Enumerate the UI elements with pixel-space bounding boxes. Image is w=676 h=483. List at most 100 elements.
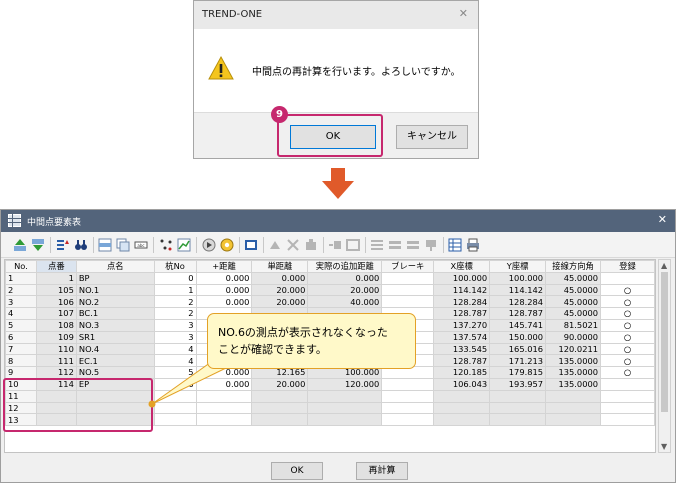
- cell-single-distance[interactable]: 20.000: [251, 283, 309, 297]
- cell-y-coordinate[interactable]: 193.957: [489, 377, 547, 391]
- insert-row-icon[interactable]: [98, 238, 112, 252]
- cell-x-coordinate[interactable]: 106.043: [433, 377, 491, 391]
- header-plus-distance[interactable]: +距離: [195, 260, 253, 273]
- chart-icon[interactable]: [177, 238, 191, 252]
- cell-plus-distance[interactable]: [195, 401, 253, 415]
- cell-y-coordinate[interactable]: 145.741: [489, 318, 547, 332]
- cell-plus-distance[interactable]: [195, 413, 253, 427]
- cell-tangent-angle[interactable]: 135.0000: [545, 354, 602, 368]
- cell-station-no[interactable]: 4: [153, 354, 197, 368]
- cell-point-name[interactable]: NO.1: [75, 283, 155, 297]
- cell-brake[interactable]: [381, 401, 435, 415]
- header-no[interactable]: No.: [5, 260, 37, 273]
- cell-row-number[interactable]: 5: [5, 318, 37, 332]
- header-point-number[interactable]: 点番: [35, 260, 77, 273]
- table-row[interactable]: 2 105 NO.1 1 0.000 20.000 20.000 114.142 114.142…: [5, 283, 655, 297]
- cell-point-number[interactable]: 1: [35, 271, 77, 285]
- sort-icon[interactable]: [56, 238, 70, 252]
- cell-plus-distance[interactable]: 0.000: [195, 295, 253, 309]
- header-single-distance[interactable]: 単距離: [251, 260, 309, 273]
- cell-point-number[interactable]: 112: [35, 366, 77, 379]
- cell-x-coordinate[interactable]: 100.000: [433, 271, 491, 285]
- cell-point-number[interactable]: 110: [35, 342, 77, 356]
- settings-icon[interactable]: [220, 238, 234, 252]
- play-icon[interactable]: [202, 238, 216, 252]
- scroll-down-icon[interactable]: ▼: [661, 442, 667, 451]
- cell-single-distance[interactable]: 0.000: [251, 271, 309, 285]
- cell-brake[interactable]: [381, 271, 435, 285]
- cell-plus-distance[interactable]: 0.000: [195, 271, 253, 285]
- cell-y-coordinate[interactable]: 179.815: [489, 366, 547, 379]
- cell-brake[interactable]: [381, 295, 435, 309]
- cell-point-name[interactable]: BP: [75, 271, 155, 285]
- cell-tangent-angle[interactable]: 120.0211: [545, 342, 602, 356]
- cell-actual-added-distance[interactable]: 40.000: [307, 295, 383, 309]
- cell-plus-distance[interactable]: 0.000: [195, 377, 253, 391]
- cell-row-number[interactable]: 6: [5, 330, 37, 344]
- cell-register[interactable]: [600, 271, 655, 285]
- cell-point-name[interactable]: BC.1: [75, 307, 155, 320]
- cell-point-number[interactable]: 106: [35, 295, 77, 309]
- cell-x-coordinate[interactable]: 128.787: [433, 307, 491, 320]
- vertical-scrollbar[interactable]: ▲ ▼: [658, 259, 671, 453]
- cell-brake[interactable]: [381, 389, 435, 403]
- cell-tangent-angle[interactable]: 45.0000: [545, 283, 602, 297]
- cell-single-distance[interactable]: [251, 401, 309, 415]
- scroll-up-icon[interactable]: ▲: [661, 261, 667, 270]
- cell-register[interactable]: ○: [600, 366, 655, 379]
- header-register[interactable]: 登録: [600, 260, 655, 273]
- cell-point-number[interactable]: 105: [35, 283, 77, 297]
- header-tangent-angle[interactable]: 接線方向角: [545, 260, 602, 273]
- ok-button[interactable]: OK: [271, 462, 323, 480]
- cell-tangent-angle[interactable]: 45.0000: [545, 307, 602, 320]
- cell-x-coordinate[interactable]: 120.185: [433, 366, 491, 379]
- cell-register[interactable]: ○: [600, 342, 655, 356]
- cell-row-number[interactable]: 8: [5, 354, 37, 368]
- cell-single-distance[interactable]: 20.000: [251, 295, 309, 309]
- cell-y-coordinate[interactable]: [489, 401, 547, 415]
- cell-station-no[interactable]: 0: [153, 271, 197, 285]
- cell-actual-added-distance[interactable]: [307, 389, 383, 403]
- cell-brake[interactable]: [381, 283, 435, 297]
- cell-x-coordinate[interactable]: 133.545: [433, 342, 491, 356]
- cell-tangent-angle[interactable]: 90.0000: [545, 330, 602, 344]
- table-row[interactable]: 3 106 NO.2 2 0.000 20.000 40.000 128.284 128.284…: [5, 295, 655, 309]
- cell-station-no[interactable]: 1: [153, 283, 197, 297]
- table-row[interactable]: 1 1 BP 0 0.000 0.000 0.000 100.000 100.000 45.000…: [5, 271, 655, 285]
- cell-tangent-angle[interactable]: 45.0000: [545, 295, 602, 309]
- cell-single-distance[interactable]: [251, 389, 309, 403]
- header-x-coordinate[interactable]: X座標: [433, 260, 491, 273]
- cell-row-number[interactable]: 9: [5, 366, 37, 379]
- cell-register[interactable]: [600, 377, 655, 391]
- cell-plus-distance[interactable]: 0.000: [195, 283, 253, 297]
- scrollbar-thumb[interactable]: [661, 272, 668, 412]
- header-y-coordinate[interactable]: Y座標: [489, 260, 547, 273]
- cell-y-coordinate[interactable]: 100.000: [489, 271, 547, 285]
- cell-point-number[interactable]: 111: [35, 354, 77, 368]
- cell-single-distance[interactable]: 20.000: [251, 377, 309, 391]
- cell-y-coordinate[interactable]: 128.787: [489, 307, 547, 320]
- cell-point-name[interactable]: SR1: [75, 330, 155, 344]
- cell-brake[interactable]: [381, 413, 435, 427]
- cell-register[interactable]: [600, 389, 655, 403]
- cell-tangent-angle[interactable]: 135.0000: [545, 366, 602, 379]
- cell-y-coordinate[interactable]: 128.284: [489, 295, 547, 309]
- cell-point-name[interactable]: NO.5: [75, 366, 155, 379]
- cell-station-no[interactable]: [153, 401, 197, 415]
- cell-station-no[interactable]: 2: [153, 307, 197, 320]
- cell-point-name[interactable]: NO.3: [75, 318, 155, 332]
- cell-row-number[interactable]: 7: [5, 342, 37, 356]
- cell-tangent-angle[interactable]: 81.5021: [545, 318, 602, 332]
- cell-tangent-angle[interactable]: [545, 389, 602, 403]
- cell-y-coordinate[interactable]: 171.213: [489, 354, 547, 368]
- cell-y-coordinate[interactable]: 114.142: [489, 283, 547, 297]
- cell-register[interactable]: [600, 413, 655, 427]
- cell-row-number[interactable]: 4: [5, 307, 37, 320]
- cell-y-coordinate[interactable]: 165.016: [489, 342, 547, 356]
- cell-x-coordinate[interactable]: 128.787: [433, 354, 491, 368]
- header-brake[interactable]: ブレーキ: [381, 260, 435, 273]
- register-icon[interactable]: [244, 238, 258, 252]
- cell-actual-added-distance[interactable]: [307, 413, 383, 427]
- cell-point-name[interactable]: NO.4: [75, 342, 155, 356]
- move-down-icon[interactable]: [31, 238, 45, 252]
